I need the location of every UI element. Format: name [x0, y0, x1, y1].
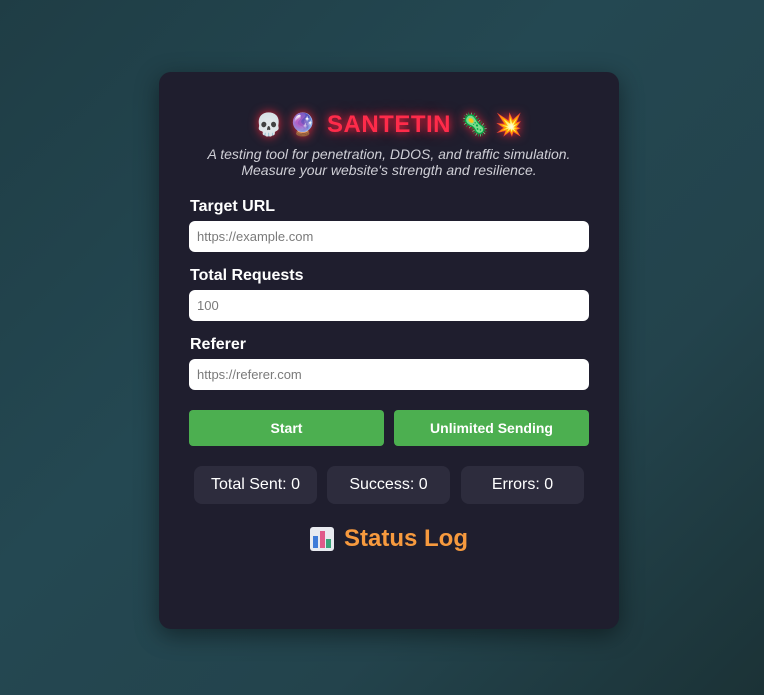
total-requests-input[interactable]: [189, 290, 589, 321]
crystal-ball-icon: 🔮: [289, 112, 317, 137]
bar-chart-icon: [310, 527, 334, 551]
main-card: 💀 🔮 SANTETIN 🦠 💥 A testing tool for pene…: [159, 72, 619, 629]
target-url-input[interactable]: [189, 221, 589, 252]
app-header: 💀 🔮 SANTETIN 🦠 💥: [159, 110, 619, 140]
app-subtitle: A testing tool for penetration, DDOS, an…: [179, 146, 599, 178]
skull-icon: 💀: [255, 112, 283, 137]
app-title: SANTETIN: [327, 111, 451, 138]
status-log-title: Status Log: [344, 525, 468, 552]
target-url-label: Target URL: [190, 198, 276, 215]
subtitle-line-2: Measure your website's strength and resi…: [241, 162, 537, 178]
status-log-heading: Status Log: [159, 525, 619, 553]
collision-icon: 💥: [495, 112, 523, 137]
errors-stat: Errors: 0: [461, 466, 584, 504]
total-requests-label: Total Requests: [190, 267, 304, 284]
success-stat: Success: 0: [327, 466, 450, 504]
start-button[interactable]: Start: [189, 410, 384, 446]
total-sent-stat: Total Sent: 0: [194, 466, 317, 504]
microbe-icon: 🦠: [461, 112, 489, 137]
referer-label: Referer: [190, 336, 247, 353]
referer-input[interactable]: [189, 359, 589, 390]
subtitle-line-1: A testing tool for penetration, DDOS, an…: [207, 146, 571, 162]
unlimited-sending-button[interactable]: Unlimited Sending: [394, 410, 589, 446]
